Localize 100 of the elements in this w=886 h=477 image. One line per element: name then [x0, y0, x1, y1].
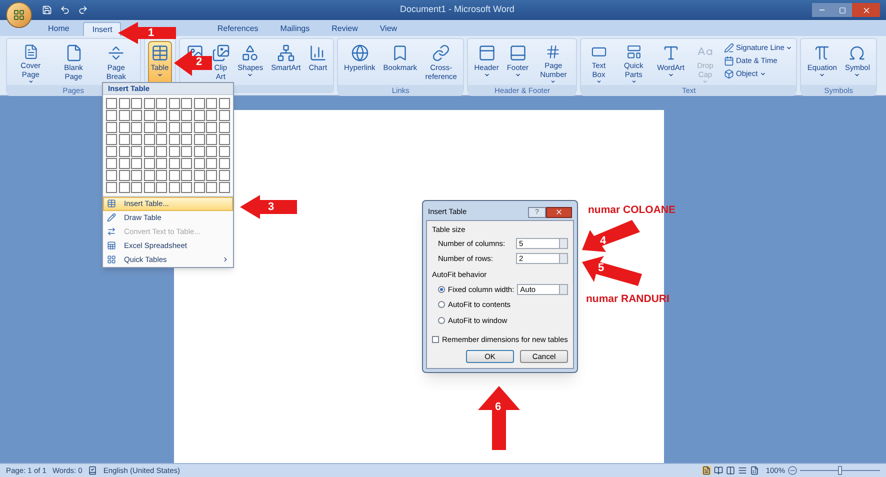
grid-cell[interactable]: [168, 182, 180, 192]
radio-button[interactable]: [438, 286, 445, 294]
grid-cell[interactable]: [118, 170, 130, 180]
grid-cell[interactable]: [131, 134, 142, 144]
grid-cell[interactable]: [218, 158, 230, 168]
grid-cell[interactable]: [118, 182, 130, 192]
grid-cell[interactable]: [118, 98, 130, 108]
zoom-out-icon[interactable]: [788, 466, 797, 475]
grid-cell[interactable]: [131, 158, 142, 168]
checkbox[interactable]: [432, 336, 439, 343]
grid-cell[interactable]: [206, 110, 218, 120]
grid-cell[interactable]: [181, 170, 192, 180]
grid-cell[interactable]: [118, 110, 130, 120]
save-icon[interactable]: [42, 5, 52, 15]
grid-cell[interactable]: [106, 158, 118, 168]
grid-cell[interactable]: [206, 122, 218, 132]
grid-cell[interactable]: [181, 182, 192, 192]
grid-cell[interactable]: [181, 134, 192, 144]
grid-cell[interactable]: [131, 170, 142, 180]
grid-cell[interactable]: [206, 146, 218, 156]
grid-cell[interactable]: [181, 146, 192, 156]
redo-icon[interactable]: [78, 5, 88, 15]
ribbon-tab[interactable]: Home: [40, 22, 78, 36]
grid-cell[interactable]: [106, 110, 118, 120]
ribbon-tab[interactable]: Mailings: [272, 22, 318, 36]
grid-cell[interactable]: [144, 182, 155, 192]
grid-cell[interactable]: [218, 146, 230, 156]
grid-cell[interactable]: [181, 158, 192, 168]
radio-button[interactable]: [438, 301, 445, 308]
grid-cell[interactable]: [131, 146, 142, 156]
grid-cell[interactable]: [156, 134, 168, 144]
grid-cell[interactable]: [206, 170, 218, 180]
grid-cell[interactable]: [156, 146, 168, 156]
grid-cell[interactable]: [131, 122, 142, 132]
slider-thumb[interactable]: [838, 466, 842, 475]
office-button[interactable]: [6, 2, 32, 28]
grid-cell[interactable]: [118, 134, 130, 144]
ribbon-tab[interactable]: Insert: [83, 22, 122, 36]
grid-cell[interactable]: [218, 98, 230, 108]
grid-cell[interactable]: [156, 182, 168, 192]
grid-cell[interactable]: [106, 182, 118, 192]
grid-cell[interactable]: [218, 122, 230, 132]
radio-button[interactable]: [438, 316, 445, 324]
grid-cell[interactable]: [194, 122, 205, 132]
grid-cell[interactable]: [144, 146, 155, 156]
grid-cell[interactable]: [218, 110, 230, 120]
grid-cell[interactable]: [168, 158, 180, 168]
grid-cell[interactable]: [118, 158, 130, 168]
grid-cell[interactable]: [168, 170, 180, 180]
outline-icon[interactable]: [738, 466, 747, 475]
print-layout-icon[interactable]: [702, 466, 711, 475]
grid-cell[interactable]: [106, 122, 118, 132]
grid-cell[interactable]: [194, 134, 205, 144]
grid-cell[interactable]: [118, 146, 130, 156]
grid-cell[interactable]: [156, 98, 168, 108]
grid-cell[interactable]: [144, 122, 155, 132]
grid-cell[interactable]: [218, 134, 230, 144]
grid-cell[interactable]: [156, 110, 168, 120]
grid-cell[interactable]: [144, 110, 155, 120]
grid-cell[interactable]: [131, 182, 142, 192]
grid-cell[interactable]: [144, 134, 155, 144]
reading-icon[interactable]: [714, 466, 723, 475]
grid-cell[interactable]: [218, 182, 230, 192]
grid-cell[interactable]: [194, 170, 205, 180]
undo-icon[interactable]: [60, 5, 70, 15]
grid-cell[interactable]: [194, 98, 205, 108]
grid-cell[interactable]: [106, 98, 118, 108]
grid-cell[interactable]: [206, 134, 218, 144]
grid-cell[interactable]: [144, 170, 155, 180]
grid-cell[interactable]: [218, 170, 230, 180]
grid-cell[interactable]: [144, 158, 155, 168]
proofing-icon[interactable]: [88, 466, 98, 475]
ribbon-tab[interactable]: References: [209, 22, 266, 36]
grid-cell[interactable]: [206, 182, 218, 192]
ribbon-tab[interactable]: View: [372, 22, 406, 36]
grid-cell[interactable]: [168, 98, 180, 108]
grid-cell[interactable]: [206, 158, 218, 168]
close-button[interactable]: [546, 206, 572, 218]
grid-cell[interactable]: [168, 134, 180, 144]
grid-cell[interactable]: [106, 146, 118, 156]
grid-cell[interactable]: [181, 98, 192, 108]
grid-cell[interactable]: [156, 170, 168, 180]
grid-cell[interactable]: [181, 110, 192, 120]
maximize-button[interactable]: [832, 3, 852, 17]
web-layout-icon[interactable]: [726, 466, 735, 475]
grid-cell[interactable]: [131, 110, 142, 120]
grid-cell[interactable]: [194, 146, 205, 156]
grid-cell[interactable]: [168, 146, 180, 156]
draft-icon[interactable]: [750, 466, 759, 475]
ribbon-tab[interactable]: Review: [324, 22, 366, 36]
grid-cell[interactable]: [194, 110, 205, 120]
grid-cell[interactable]: [106, 170, 118, 180]
grid-cell[interactable]: [181, 122, 192, 132]
grid-cell[interactable]: [131, 98, 142, 108]
grid-cell[interactable]: [106, 134, 118, 144]
grid-cell[interactable]: [118, 122, 130, 132]
grid-cell[interactable]: [156, 122, 168, 132]
grid-cell[interactable]: [194, 182, 205, 192]
grid-cell[interactable]: [144, 98, 155, 108]
grid-cell[interactable]: [206, 98, 218, 108]
